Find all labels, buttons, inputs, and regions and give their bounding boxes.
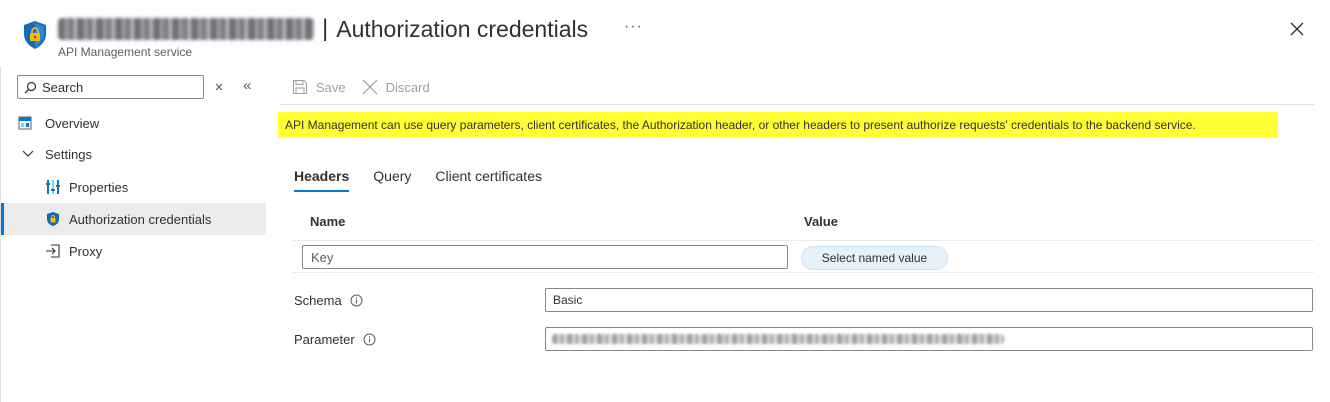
info-banner: API Management can use query parameters,… xyxy=(278,112,1278,138)
save-label: Save xyxy=(316,79,346,95)
page-title: Authorization credentials xyxy=(336,15,589,42)
info-icon[interactable] xyxy=(350,294,363,307)
parameter-label-text: Parameter xyxy=(294,332,355,347)
sidebar-search-box[interactable] xyxy=(17,75,204,99)
discard-label: Discard xyxy=(385,79,430,95)
command-bar: Save Discard xyxy=(292,76,446,98)
grid-row-divider xyxy=(292,272,1314,273)
save-button[interactable]: Save xyxy=(292,79,346,95)
clear-search-button[interactable] xyxy=(212,80,226,94)
sidebar-group-settings[interactable]: Settings xyxy=(1,138,266,170)
sidebar-item-authorization-credentials[interactable]: Authorization credentials xyxy=(1,203,266,235)
grid-header-divider xyxy=(292,240,1314,241)
close-icon xyxy=(215,83,223,91)
discard-button[interactable]: Discard xyxy=(362,79,430,95)
collapse-sidebar-button[interactable]: « xyxy=(243,78,251,93)
shield-lock-icon xyxy=(45,211,61,227)
save-icon xyxy=(293,80,307,94)
schema-label-text: Schema xyxy=(294,293,342,308)
chevron-down-icon xyxy=(21,146,35,162)
tab-client-certificates[interactable]: Client certificates xyxy=(435,166,542,192)
credentials-tabs: Headers Query Client certificates xyxy=(294,166,566,192)
proxy-icon xyxy=(45,243,61,259)
toolbar-divider xyxy=(280,104,1314,105)
sidebar-search-input[interactable] xyxy=(42,79,192,95)
overview-icon xyxy=(17,115,33,131)
sidebar-item-properties[interactable]: Properties xyxy=(1,171,266,203)
schema-field-label: Schema xyxy=(294,293,363,308)
sidebar-item-label: Proxy xyxy=(69,243,103,259)
close-button[interactable] xyxy=(1286,18,1308,40)
column-header-name: Name xyxy=(310,214,346,229)
title-separator: | xyxy=(322,15,329,42)
properties-icon xyxy=(45,179,61,195)
tab-query[interactable]: Query xyxy=(373,166,411,192)
close-icon xyxy=(1290,22,1304,36)
sidebar-item-label: Authorization credentials xyxy=(69,211,212,227)
more-options-button[interactable]: ··· xyxy=(624,18,643,36)
redacted-service-name xyxy=(58,18,314,40)
shield-lock-icon xyxy=(22,20,48,50)
header-key-input[interactable] xyxy=(302,245,788,269)
info-icon[interactable] xyxy=(363,333,376,346)
page-subtitle: API Management service xyxy=(58,45,193,59)
sidebar-item-label: Overview xyxy=(45,115,100,131)
sidebar-item-label: Settings xyxy=(45,146,92,162)
blade-header: | Authorization credentials ··· API Mana… xyxy=(0,0,1330,66)
parameter-input[interactable] xyxy=(545,327,1313,351)
select-named-value-button[interactable]: Select named value xyxy=(801,246,948,270)
sidebar-item-label: Properties xyxy=(69,179,129,195)
page-title-row: | Authorization credentials xyxy=(58,12,588,46)
search-icon xyxy=(24,81,37,93)
schema-input[interactable] xyxy=(545,288,1313,312)
discard-icon xyxy=(362,79,378,95)
redacted-parameter-value xyxy=(552,334,1004,344)
tab-headers[interactable]: Headers xyxy=(294,166,350,192)
sidebar: « Overview Settings xyxy=(0,66,266,402)
parameter-field-label: Parameter xyxy=(294,332,376,347)
sidebar-item-overview[interactable]: Overview xyxy=(1,107,266,139)
sidebar-item-proxy[interactable]: Proxy xyxy=(1,235,266,267)
column-header-value: Value xyxy=(804,214,838,229)
